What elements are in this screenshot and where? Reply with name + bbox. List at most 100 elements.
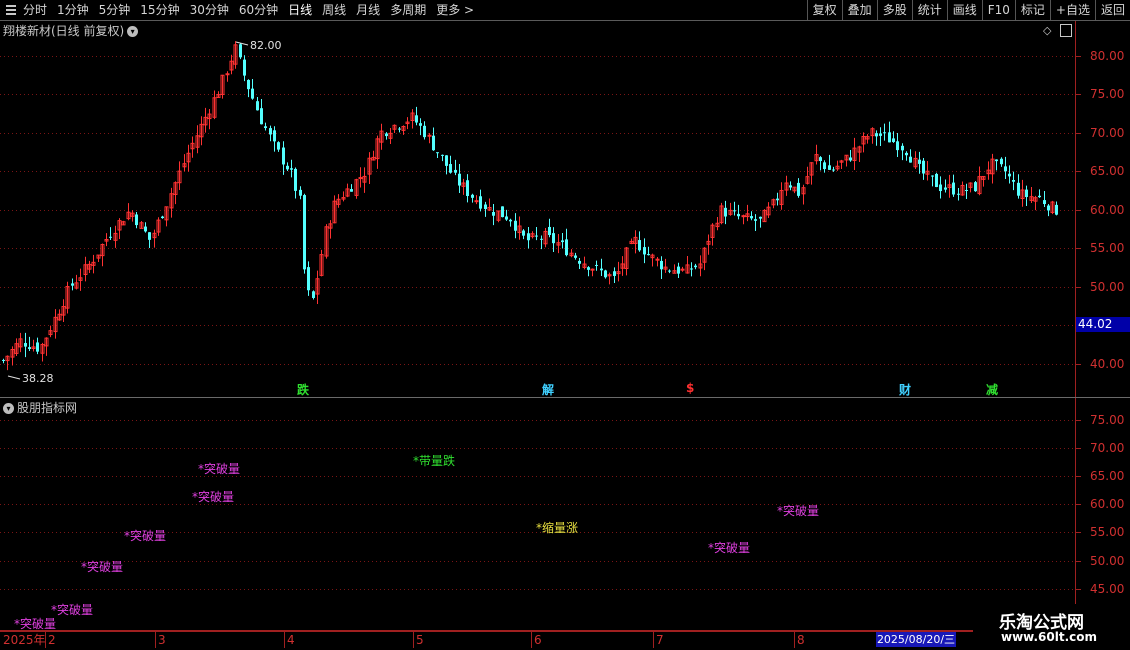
candle-body-down [471,194,474,198]
candle-body-down [294,168,297,191]
candle-body-down [350,189,353,192]
period-tab-15min[interactable]: 15分钟 [135,0,184,20]
period-tab-weekly[interactable]: 周线 [317,0,351,20]
indicator-dropdown-icon[interactable]: ▾ [3,403,14,414]
candle-body-down [552,233,555,244]
adjust-button[interactable]: 复权 [806,0,842,20]
period-tab-5min[interactable]: 5分钟 [94,0,136,20]
period-tab-monthly[interactable]: 月线 [351,0,385,20]
date-label: 8 [794,632,805,648]
event-marker-unlock[interactable]: 解 [542,381,554,398]
indicator-tick: 45.00 [1090,582,1125,596]
candle-body-down [522,230,525,236]
candle-body-down [243,59,246,76]
back-button[interactable]: 返回 [1094,0,1130,20]
period-tab-fenshi[interactable]: 分时 [18,0,52,20]
candle-body-down [832,169,835,171]
candle-body-up [225,73,230,76]
candle-body-down [952,182,955,195]
watermark: 乐淘公式网 www.60lt.com [973,604,1130,650]
toolbar: 分时 1分钟 5分钟 15分钟 30分钟 60分钟 日线 周线 月线 多周期 更… [0,0,1130,21]
indicator-tick: 60.00 [1090,497,1125,511]
candle-body-down [479,196,482,209]
event-marker-finance[interactable]: 财 [899,381,911,398]
date-label: 5 [413,632,424,648]
candle-body-down [307,267,310,291]
stock-title: 翔楼新材(日线 前复权) [3,24,125,38]
multi-stock-button[interactable]: 多股 [876,0,912,20]
candle-body-down [514,220,517,231]
candle-body-down [694,265,697,268]
period-tab-30min[interactable]: 30分钟 [185,0,234,20]
candle-body-down [109,236,112,238]
candle-body-down [247,79,250,90]
stats-button[interactable]: 统计 [911,0,947,20]
event-marker-dividend[interactable]: $ [686,381,694,395]
candle-body-down [668,270,671,272]
candle-body-down [1004,166,1007,172]
indicator-tick: 70.00 [1090,441,1125,455]
candle-body-down [28,347,31,349]
watermark-url: www.60lt.com [1001,630,1098,644]
candle-body-down [733,210,736,212]
period-tab-multi[interactable]: 多周期 [385,0,431,20]
menu-icon[interactable] [4,0,18,20]
signal-label: *突破量 [708,541,751,555]
price-tick: 60.00 [1090,203,1125,217]
kline-chart[interactable] [0,21,1130,650]
candle-body-down [828,165,831,170]
candle-body-down [875,133,878,137]
price-tick: 55.00 [1090,241,1125,255]
add-watchlist-button[interactable]: +自选 [1049,0,1095,20]
period-tab-1min[interactable]: 1分钟 [52,0,94,20]
date-label: 3 [155,632,166,648]
indicator-title: 股朋指标网 [17,401,78,415]
candle-body-down [277,142,280,150]
cursor-date-box: 2025/08/20/三 [876,632,956,647]
mark-button[interactable]: 标记 [1014,0,1050,20]
candle-body-down [595,264,598,266]
candle-body-down [256,101,259,111]
title-dropdown-icon[interactable]: ▾ [127,26,139,37]
candle-body-down [750,216,753,219]
panel-toggle-icon[interactable] [1060,24,1072,37]
price-tick: 80.00 [1090,49,1125,63]
candle-body-down [71,283,74,286]
candle-body-down [677,266,680,274]
indicator-tick: 55.00 [1090,525,1125,539]
candle-body-down [896,141,899,151]
f10-button[interactable]: F10 [981,0,1015,20]
event-marker-fall[interactable]: 跌 [297,381,309,398]
candle-body-down [312,291,315,298]
candle-body-down [441,154,444,156]
signal-label: *带量跌 [413,454,456,468]
period-tab-more[interactable]: 更多 > [431,0,479,20]
candle-body-down [501,206,504,218]
candle-body-down [892,138,895,143]
candle-body-down [505,216,508,220]
candle-body-down [931,175,934,177]
date-label: 4 [284,632,295,648]
candle-body-down [604,270,607,278]
price-tick: 75.00 [1090,87,1125,101]
candle-body-down [922,160,925,174]
candle-body-down [574,255,577,258]
candle-body-down [260,108,263,125]
candle-body-up [474,200,479,203]
candle-body-down [466,180,469,196]
candle-body-down [776,198,779,201]
candle-body-down [789,185,792,188]
candle-body-up [741,215,746,218]
draw-line-button[interactable]: 画线 [946,0,982,20]
period-tab-daily[interactable]: 日线 [283,0,317,20]
period-tab-60min[interactable]: 60分钟 [234,0,283,20]
diamond-icon[interactable]: ◇ [1043,24,1051,37]
candle-body-down [527,233,530,241]
price-tick: 65.00 [1090,164,1125,178]
signal-label: *突破量 [81,560,124,574]
candle-body-down [995,159,998,162]
date-label: 7 [653,632,664,648]
overlay-button[interactable]: 叠加 [841,0,877,20]
signal-label: *突破量 [192,490,235,504]
event-marker-reduce[interactable]: 减 [986,381,998,398]
